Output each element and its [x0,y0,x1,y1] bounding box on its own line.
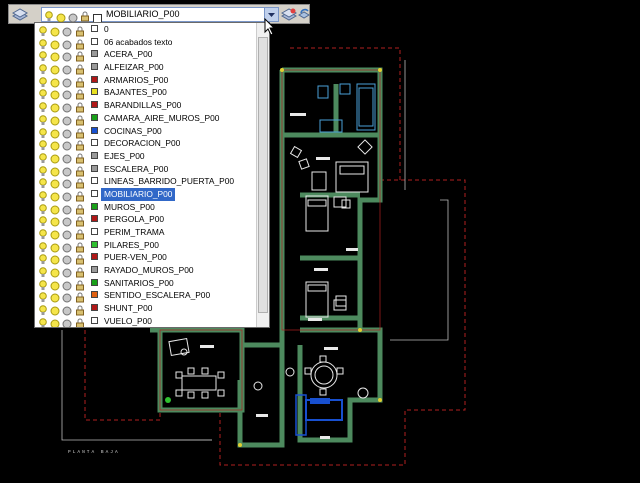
kitchen [295,394,343,436]
layer-name: PUER-VEN_P00 [104,252,167,263]
layer-previous-icon[interactable] [297,7,313,21]
layer-row[interactable]: SENTIDO_ESCALERA_P00 [35,289,257,303]
layer-name: SENTIDO_ESCALERA_P00 [104,290,211,301]
layer-row[interactable]: ARMARIOS_P00 [35,74,257,88]
layer-name: VUELO_P00 [104,315,152,326]
color-swatch-icon[interactable] [91,151,98,159]
drawing-caption: PLANTA BAJA [68,450,120,455]
layer-name: SANITARIOS_P00 [104,277,174,288]
dropdown-scrollbar[interactable] [256,23,269,327]
layer-name: MUROS_P00 [104,201,155,212]
layer-row[interactable]: CAMARA_AIRE_MUROS_P00 [35,112,257,126]
color-swatch-icon[interactable] [91,215,98,223]
layer-name: ACERA_P00 [104,49,153,60]
layer-row[interactable]: BAJANTES_P00 [35,86,257,100]
layer-name: 06 acabados texto [104,36,173,47]
color-swatch-icon[interactable] [91,88,98,96]
viewport-sun-icon[interactable] [62,316,72,327]
layer-dropdown-list[interactable]: 0 06 acabados texto ACERA_P00 ALFEIZAR_P00 A… [34,22,270,328]
color-swatch-icon[interactable] [91,316,98,324]
lightbulb-icon[interactable] [39,316,47,327]
layer-row[interactable]: ESCALERA_P00 [35,163,257,177]
color-swatch-icon[interactable] [91,177,98,185]
layer-combo[interactable]: MOBILIARIO_P00 [41,7,279,23]
layer-list: 0 06 acabados texto ACERA_P00 ALFEIZAR_P00 A… [35,23,257,327]
layer-name: ALFEIZAR_P00 [104,62,164,73]
color-swatch-icon[interactable] [91,240,98,248]
color-swatch-icon[interactable] [91,253,98,261]
layer-name: BARANDILLAS_P00 [104,100,182,111]
layer-row[interactable]: LINEAS_BARRIDO_PUERTA_P00 [35,175,257,189]
layer-row[interactable]: EJES_P00 [35,150,257,164]
layer-row[interactable]: PERIM_TRAMA [35,226,257,240]
layer-name: 0 [104,24,109,34]
bathroom-fixtures [317,83,376,133]
color-swatch-icon[interactable] [91,63,98,71]
color-swatch-icon[interactable] [91,101,98,109]
layer-name: BAJANTES_P00 [104,87,167,98]
layer-row[interactable]: 06 acabados texto [35,36,257,50]
mouse-pointer-icon [264,18,276,36]
layer-properties-icon[interactable] [11,7,29,21]
layer-row[interactable]: ACERA_P00 [35,48,257,62]
layer-row[interactable]: MOBILIARIO_P00 [35,187,257,202]
color-swatch-icon[interactable] [91,126,98,134]
layer-name: DECORACION_P00 [104,138,181,149]
color-swatch-icon[interactable] [91,25,98,32]
color-swatch-icon[interactable] [91,266,98,274]
make-current-layer-icon[interactable] [280,7,298,21]
layer-name: COCINAS_P00 [104,125,162,136]
layer-name: ESCALERA_P00 [104,163,169,174]
color-swatch-icon[interactable] [91,189,98,197]
layer-name: PERIM_TRAMA [104,227,165,237]
layer-name: ARMARIOS_P00 [104,74,169,85]
color-swatch-icon[interactable] [91,139,98,147]
color-swatch-icon[interactable] [91,164,98,172]
layer-name: EJES_P00 [104,150,145,161]
layer-row[interactable]: PUER-VEN_P00 [35,251,257,265]
layer-row[interactable]: COCINAS_P00 [35,125,257,138]
color-swatch-icon[interactable] [91,50,98,58]
layer-row[interactable]: VUELO_P00 [35,315,257,327]
layer-row[interactable]: RAYADO_MUROS_P00 [35,264,257,278]
layer-row[interactable]: MUROS_P00 [35,201,257,215]
color-swatch-icon[interactable] [91,75,98,83]
layer-row[interactable]: SHUNT_P00 [35,302,257,316]
layer-row[interactable]: BARANDILLAS_P00 [35,99,257,113]
sun-icon[interactable] [50,316,60,327]
color-swatch-icon[interactable] [91,228,98,235]
color-swatch-icon[interactable] [91,278,98,286]
layer-row[interactable]: SANITARIOS_P00 [35,277,257,291]
layer-name: PILARES_P00 [104,239,159,250]
layer-name: CAMARA_AIRE_MUROS_P00 [104,112,220,123]
layer-name: SHUNT_P00 [104,303,153,314]
layer-row[interactable]: ALFEIZAR_P00 [35,61,257,75]
layer-name: MOBILIARIO_P00 [101,187,176,201]
lock-icon[interactable] [75,316,85,327]
scrollbar-thumb[interactable] [258,37,268,313]
layer-row[interactable]: 0 [35,23,257,37]
color-swatch-icon[interactable] [91,202,98,210]
current-layer-name: MOBILIARIO_P00 [106,9,180,19]
layer-name: PERGOLA_P00 [104,214,165,225]
color-swatch-icon[interactable] [91,291,98,299]
layer-row[interactable]: PILARES_P00 [35,239,257,253]
layer-name: RAYADO_MUROS_P00 [104,265,194,276]
color-swatch-icon[interactable] [91,37,98,45]
layer-row[interactable]: PERGOLA_P00 [35,213,257,227]
color-swatch-icon[interactable] [91,304,98,312]
layer-name: LINEAS_BARRIDO_PUERTA_P00 [104,176,235,187]
color-swatch-icon[interactable] [91,113,98,121]
layer-row[interactable]: DECORACION_P00 [35,137,257,151]
